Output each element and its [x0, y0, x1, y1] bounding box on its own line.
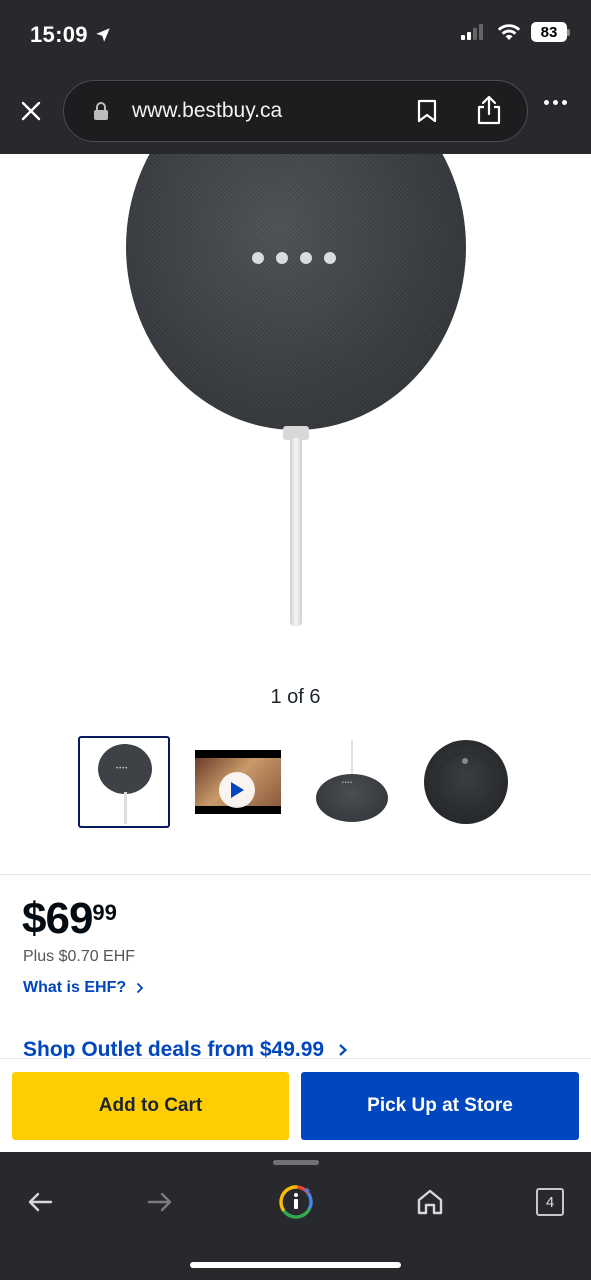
bookmark-icon[interactable]: [416, 99, 438, 123]
share-icon[interactable]: [476, 95, 502, 125]
product-image-speaker: [126, 154, 466, 430]
close-icon: [21, 101, 41, 121]
image-counter: 1 of 6: [270, 686, 321, 708]
thumbnail-led-dots: ••••: [342, 780, 354, 786]
product-price: $69 99: [22, 894, 117, 944]
thumbnail-2-video[interactable]: [192, 736, 284, 828]
close-button[interactable]: [16, 96, 46, 126]
price-dollars: $69: [22, 894, 93, 943]
more-dot: [553, 100, 558, 105]
thumbnail-3[interactable]: ••••: [306, 736, 398, 828]
address-bar[interactable]: www.bestbuy.ca: [63, 80, 528, 142]
home-indicator: [190, 1262, 401, 1268]
ehf-fee-text: Plus $0.70 EHF: [23, 948, 136, 965]
led-dot: [324, 252, 336, 264]
tab-count-icon: 4: [536, 1188, 564, 1216]
pick-up-at-store-button[interactable]: Pick Up at Store: [301, 1072, 579, 1140]
thumbnail-led-dots: ••••: [116, 766, 129, 772]
forward-button[interactable]: [140, 1182, 180, 1222]
ehf-info-link[interactable]: What is EHF?: [23, 979, 144, 997]
led-dot: [252, 252, 264, 264]
purchase-action-bar: Add to Cart Pick Up at Store: [0, 1058, 591, 1152]
thumbnail-cable: [351, 740, 353, 776]
led-dot: [276, 252, 288, 264]
location-arrow-icon: [96, 28, 110, 42]
cellular-signal-icon: [461, 24, 483, 40]
browser-toolbar: 4: [0, 1152, 591, 1280]
video-thumbnail: [195, 750, 281, 814]
thumbnail-4[interactable]: [420, 736, 512, 828]
lock-icon: [94, 102, 108, 120]
back-button[interactable]: [20, 1182, 60, 1222]
arrow-left-icon: [28, 1192, 53, 1212]
ehf-info-link-label: What is EHF?: [23, 979, 127, 996]
thumbnail-strip: •••• ••••: [0, 736, 591, 828]
google-lens-button[interactable]: [276, 1182, 316, 1222]
power-cable: [290, 438, 302, 626]
speaker-mount-hole: [462, 758, 468, 764]
video-frame: [195, 758, 281, 808]
url-text: www.bestbuy.ca: [132, 99, 283, 122]
thumbnail-speaker-bottom: [424, 740, 508, 824]
google-discover-icon: [279, 1185, 313, 1219]
more-dot: [562, 100, 567, 105]
arrow-right-icon: [147, 1192, 172, 1212]
tab-count-text: 4: [545, 1193, 555, 1211]
speaker-led-dots: [252, 252, 336, 264]
status-time-text: 15:09: [30, 22, 88, 47]
pick-up-label: Pick Up at Store: [367, 1095, 513, 1116]
home-button[interactable]: [410, 1182, 450, 1222]
outlet-deals-link[interactable]: Shop Outlet deals from $49.99: [23, 1040, 348, 1060]
led-dot: [300, 252, 312, 264]
section-divider: [0, 874, 591, 875]
chevron-right-icon: [136, 982, 144, 994]
chevron-right-icon: [339, 1044, 348, 1056]
tabs-button[interactable]: 4: [530, 1182, 570, 1222]
more-dot: [544, 100, 549, 105]
outlet-deals-label: Shop Outlet deals from $49.99: [23, 1040, 325, 1060]
browser-top-chrome: 15:09 83 www.bestbuy.ca: [0, 0, 591, 154]
wifi-icon: [497, 24, 521, 40]
status-time: 15:09: [30, 22, 112, 48]
battery-level: 83: [540, 23, 558, 41]
price-cents: 99: [92, 900, 117, 925]
more-options-button[interactable]: [544, 100, 567, 105]
status-indicators: 83: [461, 22, 570, 42]
thumbnail-1[interactable]: ••••: [78, 736, 170, 828]
product-image-carousel[interactable]: [0, 154, 591, 644]
add-to-cart-label: Add to Cart: [98, 1095, 203, 1116]
add-to-cart-button[interactable]: Add to Cart: [12, 1072, 289, 1140]
thumbnail-cable: [124, 792, 127, 824]
home-icon: [417, 1189, 443, 1215]
play-icon: [219, 772, 255, 808]
battery-indicator: 83: [531, 22, 570, 42]
sheet-grabber[interactable]: [273, 1160, 319, 1165]
